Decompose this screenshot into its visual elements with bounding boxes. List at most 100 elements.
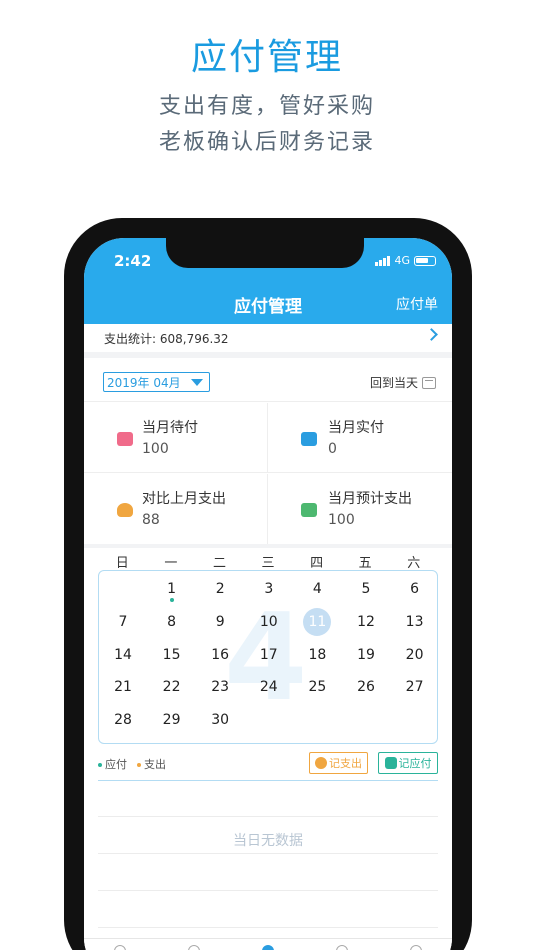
record-expense-label: 记支出 bbox=[329, 757, 362, 770]
clock-icon bbox=[384, 757, 397, 769]
calendar-day[interactable]: 17 bbox=[245, 639, 293, 671]
calendar-day[interactable]: 5 bbox=[342, 573, 390, 605]
calendar-day-number: 19 bbox=[357, 646, 375, 663]
summary-value: 100 bbox=[142, 441, 169, 457]
list-divider bbox=[98, 927, 438, 928]
calendar-day-number: 29 bbox=[162, 712, 181, 729]
tab-chart-icon[interactable] bbox=[188, 945, 200, 950]
calendar-day[interactable]: 12 bbox=[342, 606, 390, 638]
calendar-day[interactable]: 25 bbox=[293, 671, 341, 703]
summary-estimated[interactable]: 当月预计支出 100 bbox=[268, 474, 452, 544]
list-divider bbox=[98, 853, 438, 854]
calendar-grid: 4 1 2 3 4 5 6 7 8 9 10 11 12 13 14 15 16 17 18 19 20 21 22 23 2… bbox=[98, 570, 438, 744]
summary-paid[interactable]: 当月实付 0 bbox=[268, 403, 452, 473]
toolbar: 2019年 04月 回到当天 bbox=[84, 362, 452, 402]
calendar-return-icon bbox=[422, 376, 436, 389]
calendar-day[interactable]: 7 bbox=[99, 606, 147, 638]
calendar-day-number: 5 bbox=[361, 581, 371, 597]
expense-stats-row[interactable]: 支出统计: 608,796.32 bbox=[84, 324, 452, 358]
record-expense-button[interactable]: 记支出 bbox=[309, 752, 368, 774]
calendar-day[interactable]: 24 bbox=[245, 671, 293, 703]
calendar-day-number: 25 bbox=[308, 679, 327, 696]
month-value: 2019年 04月 bbox=[107, 375, 181, 390]
calendar-day-number: 26 bbox=[357, 679, 375, 696]
coin-icon bbox=[315, 757, 327, 769]
calendar-day[interactable]: 13 bbox=[391, 606, 437, 638]
back-to-today-label: 回到当天 bbox=[369, 376, 418, 390]
calendar-day[interactable]: 8 bbox=[148, 606, 196, 638]
summary-value: 0 bbox=[328, 441, 337, 457]
record-payable-button[interactable]: 记应付 bbox=[378, 752, 438, 774]
tab-profile-icon[interactable] bbox=[410, 945, 422, 950]
payable-dot-icon bbox=[98, 763, 102, 767]
calendar-day[interactable]: 2 bbox=[196, 573, 244, 605]
calendar-day[interactable]: 18 bbox=[293, 639, 341, 671]
calendar-day[interactable]: 27 bbox=[391, 671, 437, 703]
summary-vs-last-month[interactable]: 对比上月支出 88 bbox=[84, 474, 268, 544]
weekday: 二 bbox=[212, 556, 226, 571]
calendar-day[interactable]: 22 bbox=[148, 671, 196, 703]
legend-payable-label: 应付 bbox=[105, 758, 127, 771]
calendar-day-number: 30 bbox=[211, 712, 230, 729]
tab-message-icon[interactable] bbox=[336, 945, 348, 950]
calendar-day[interactable]: 28 bbox=[99, 704, 147, 736]
back-to-today-button[interactable]: 回到当天 bbox=[370, 374, 436, 391]
calendar-day[interactable]: 20 bbox=[391, 639, 437, 671]
legend-payable: 应付 bbox=[98, 756, 127, 772]
summary-value: 88 bbox=[142, 512, 160, 528]
calendar-day[interactable]: 6 bbox=[391, 573, 437, 605]
calendar-day-number: 8 bbox=[167, 613, 177, 630]
expense-dot-icon bbox=[137, 763, 141, 767]
summary-label: 当月实付 bbox=[328, 420, 384, 436]
calendar-day[interactable]: 29 bbox=[148, 704, 196, 736]
calendar-day[interactable]: 10 bbox=[245, 606, 293, 638]
calendar-day-number: 1 bbox=[167, 581, 177, 597]
weekday: 三 bbox=[261, 556, 275, 571]
tab-payable-icon[interactable] bbox=[262, 945, 274, 950]
money-bag-icon bbox=[117, 503, 133, 517]
calendar-day[interactable]: 14 bbox=[99, 639, 147, 671]
calendar-day-number: 12 bbox=[357, 613, 375, 630]
calendar-day[interactable]: 26 bbox=[342, 671, 390, 703]
calendar-day[interactable]: 3 bbox=[245, 573, 293, 605]
calendar-day[interactable]: 16 bbox=[196, 639, 244, 671]
calendar-day-number: 3 bbox=[264, 581, 274, 597]
phone-screen: 2:42 4G 应付管理 应付单 支出统计: 608,796.32 2019年 … bbox=[84, 238, 452, 950]
dropdown-arrow-icon bbox=[191, 379, 203, 386]
network-type: 4G bbox=[394, 254, 410, 267]
wallet-icon bbox=[117, 432, 133, 446]
summary-pending[interactable]: 当月待付 100 bbox=[84, 403, 268, 473]
notch bbox=[166, 238, 364, 268]
status-time: 2:42 bbox=[114, 252, 152, 270]
battery-icon bbox=[414, 255, 436, 266]
calendar-day-number: 10 bbox=[259, 613, 278, 630]
summary-label: 当月预计支出 bbox=[328, 491, 412, 507]
status-bar: 2:42 4G 应付管理 应付单 bbox=[84, 238, 452, 324]
summary-label: 对比上月支出 bbox=[142, 491, 226, 507]
calendar-day[interactable]: 23 bbox=[196, 671, 244, 703]
calendar-day[interactable]: 11 bbox=[293, 606, 341, 638]
section-divider bbox=[84, 544, 452, 548]
status-indicators: 4G bbox=[375, 254, 436, 267]
calendar-day[interactable]: 9 bbox=[196, 606, 244, 638]
calendar-day[interactable]: 19 bbox=[342, 639, 390, 671]
calendar-day[interactable]: 1 bbox=[148, 573, 196, 605]
weekday: 六 bbox=[407, 556, 421, 571]
cash-icon bbox=[301, 503, 317, 517]
weekday-header: 日 一 二 三 四 五 六 bbox=[98, 552, 438, 571]
payable-list-button[interactable]: 应付单 bbox=[396, 294, 438, 314]
legend: 应付 支出 bbox=[98, 756, 166, 772]
calendar-day[interactable]: 15 bbox=[148, 639, 196, 671]
calendar-day-number: 27 bbox=[405, 679, 424, 696]
calendar-day-number: 21 bbox=[114, 679, 132, 696]
month-selector[interactable]: 2019年 04月 bbox=[103, 372, 210, 392]
hero-title: 应付管理 bbox=[190, 37, 343, 78]
legend-expense-label: 支出 bbox=[144, 758, 166, 771]
calendar-day[interactable]: 21 bbox=[99, 671, 147, 703]
calendar-day-number: 17 bbox=[259, 646, 278, 663]
calendar-day[interactable]: 4 bbox=[293, 573, 341, 605]
calendar-day-number: 14 bbox=[114, 646, 132, 663]
tab-home-icon[interactable] bbox=[114, 945, 126, 950]
summary-value: 100 bbox=[328, 512, 355, 528]
calendar-day[interactable]: 30 bbox=[196, 704, 244, 736]
